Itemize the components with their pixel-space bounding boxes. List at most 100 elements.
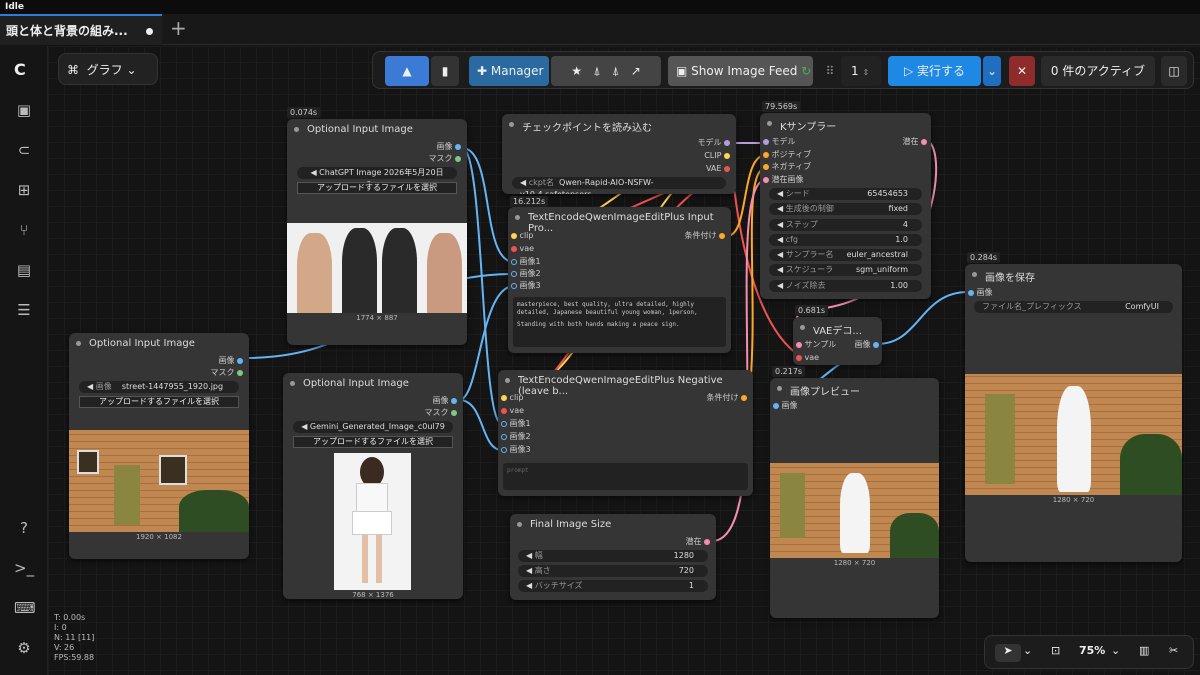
chevron-down-icon[interactable]: ⌄: [1111, 644, 1120, 657]
output-latent[interactable]: 潜在: [902, 136, 927, 148]
port-dot[interactable]: [719, 232, 725, 239]
node-title[interactable]: チェックポイントを読み込む: [502, 114, 736, 134]
port-dot[interactable]: [501, 420, 507, 427]
sampler-widget[interactable]: ◀ サンプラー名 euler_ancestral: [769, 249, 922, 261]
vae-decode-node[interactable]: VAEデコ... サンプル vae 画像: [793, 317, 882, 365]
port-dot[interactable]: [511, 245, 517, 252]
cancel-button[interactable]: ✕: [1009, 56, 1035, 86]
comfy-logo-icon[interactable]: C: [14, 60, 26, 79]
graph-menu-button[interactable]: ⌘ グラフ ⌄: [58, 53, 158, 85]
ksampler-node[interactable]: Kサンプラー モデル ポジティブ ネガティブ 潜在画像 潜在 ◀ シード 6545…: [760, 113, 931, 299]
upload-button[interactable]: アップロードするファイルを選択: [79, 396, 239, 408]
port-dot[interactable]: [237, 369, 243, 376]
prompt-textarea[interactable]: masterpiece, best quality, ultra detaile…: [513, 297, 726, 347]
node-title[interactable]: Optional Input Image: [287, 119, 467, 139]
port-dot[interactable]: [763, 138, 769, 145]
port-dot[interactable]: [773, 402, 779, 409]
minimap-icon[interactable]: ▥: [1139, 644, 1149, 657]
input-clip[interactable]: clip: [501, 392, 523, 404]
image-file-select[interactable]: ◀ ChatGPT Image 2026年5月20日 0... ▶: [297, 167, 457, 189]
workflow-tab[interactable]: 頭と体と背景の組み...: [0, 14, 162, 45]
output-model[interactable]: モデル: [697, 137, 730, 149]
input-image3[interactable]: 画像3: [511, 280, 541, 292]
port-dot[interactable]: [501, 394, 507, 401]
input-negative[interactable]: ネガティブ: [763, 161, 811, 173]
port-dot[interactable]: [796, 354, 802, 361]
node-title[interactable]: Final Image Size: [510, 514, 716, 534]
image-file-select[interactable]: ◀ Gemini_Generated_Image_c0ul79 ... ▶: [293, 421, 453, 443]
negative-prompt-textarea[interactable]: prompt: [503, 463, 748, 490]
port-dot[interactable]: [511, 258, 517, 265]
add-tab-button[interactable]: +: [170, 17, 187, 39]
text-encode-negative-node[interactable]: TextEncodeQwenImageEditPlus Negative (le…: [498, 370, 753, 496]
output-vae[interactable]: VAE: [706, 163, 730, 175]
run-button[interactable]: ▷ 実行する: [888, 56, 981, 86]
templates-icon[interactable]: ▤: [14, 260, 34, 280]
models-icon[interactable]: ⊂: [14, 140, 34, 160]
optional-input-image-node-1[interactable]: Optional Input Image 画像 マスク ◀ ChatGPT Im…: [287, 119, 467, 345]
workflows-icon[interactable]: ⑂: [14, 220, 34, 240]
steps-widget[interactable]: ◀ ステップ 4: [769, 219, 922, 231]
input-model[interactable]: モデル: [763, 136, 796, 148]
batch-widget[interactable]: ◀ バッチサイズ 1: [518, 580, 708, 592]
output-conditioning[interactable]: 条件付け: [684, 230, 725, 242]
output-image[interactable]: 画像: [432, 395, 457, 407]
output-mask[interactable]: マスク: [210, 367, 243, 379]
port-dot[interactable]: [511, 282, 517, 289]
bookmark-icon[interactable]: ▮: [431, 56, 459, 86]
upload-button[interactable]: アップロードするファイルを選択: [293, 436, 453, 448]
denoise-widget[interactable]: ◀ ノイズ除去 1.00: [769, 280, 922, 292]
show-image-feed-button[interactable]: ▣ Show Image Feed ↻: [668, 56, 813, 86]
port-dot[interactable]: [455, 155, 461, 162]
port-dot[interactable]: [724, 139, 730, 146]
port-dot[interactable]: [451, 397, 457, 404]
node-title[interactable]: Kサンプラー: [760, 113, 931, 133]
port-dot[interactable]: [501, 433, 507, 440]
port-dot[interactable]: [796, 341, 802, 348]
ckpt-select[interactable]: ◀ ckpt名 Qwen-Rapid-AIO-NSFW-v10.4.safete…: [512, 177, 726, 194]
port-dot[interactable]: [873, 341, 879, 348]
output-conditioning[interactable]: 条件付け: [706, 392, 747, 404]
output-image[interactable]: 画像: [436, 141, 461, 153]
output-clip[interactable]: CLIP: [704, 150, 730, 162]
zoom-level[interactable]: 75%: [1079, 644, 1105, 657]
node-title[interactable]: 画像プレビュー: [770, 378, 939, 398]
height-widget[interactable]: ◀ 高さ 720: [518, 565, 708, 577]
node-title[interactable]: Optional Input Image: [283, 373, 463, 393]
port-dot[interactable]: [724, 165, 730, 172]
run-options-button[interactable]: ⌄: [983, 56, 1001, 86]
link-visibility-icon[interactable]: ✂: [1169, 644, 1178, 657]
width-widget[interactable]: ◀ 幅 1280: [518, 550, 708, 562]
images-icon[interactable]: ▣: [14, 100, 34, 120]
output-mask[interactable]: マスク: [424, 407, 457, 419]
input-image2[interactable]: 画像2: [501, 431, 531, 443]
output-latent[interactable]: 潜在: [685, 536, 710, 548]
port-dot[interactable]: [511, 232, 517, 239]
final-image-size-node[interactable]: Final Image Size 潜在 ◀ 幅 1280 ◀ 高さ 720 ◀ バッ…: [510, 514, 716, 600]
input-image3[interactable]: 画像3: [501, 444, 531, 456]
port-dot[interactable]: [763, 163, 769, 170]
node-title[interactable]: TextEncodeQwenImageEditPlus Input Pro...: [508, 207, 731, 234]
input-positive[interactable]: ポジティブ: [763, 149, 811, 161]
terminal-icon[interactable]: >_: [14, 558, 34, 578]
node-title[interactable]: 画像を保存: [965, 264, 1182, 284]
output-image[interactable]: 画像: [854, 339, 879, 351]
input-image1[interactable]: 画像1: [511, 256, 541, 268]
manager-tools[interactable]: ★ ⍋ ⍋ ↗: [551, 56, 661, 86]
input-image[interactable]: 画像: [773, 400, 798, 412]
save-image-node[interactable]: 画像を保存 画像 ファイル名_プレフィックス ComfyUI 1280 × 720: [965, 264, 1182, 562]
panel-toggle-icon[interactable]: ◫: [1161, 56, 1187, 86]
port-dot[interactable]: [763, 176, 769, 183]
queue-icon[interactable]: ☰: [14, 300, 34, 320]
text-encode-positive-node[interactable]: TextEncodeQwenImageEditPlus Input Pro...…: [508, 207, 731, 353]
port-dot[interactable]: [501, 446, 507, 453]
node-title[interactable]: TextEncodeQwenImageEditPlus Negative (le…: [498, 370, 753, 397]
port-dot[interactable]: [455, 143, 461, 150]
input-samples[interactable]: サンプル: [796, 339, 836, 351]
control-after-generate-widget[interactable]: ◀ 生成後の制御 fixed: [769, 203, 922, 215]
node-title[interactable]: VAEデコ...: [793, 317, 882, 337]
queue-count-input[interactable]: 1 ⇕: [841, 56, 881, 86]
input-clip[interactable]: clip: [511, 230, 533, 242]
preview-image-node[interactable]: 画像プレビュー 画像 1280 × 720: [770, 378, 939, 618]
app-logo-button[interactable]: ▲: [385, 56, 429, 86]
